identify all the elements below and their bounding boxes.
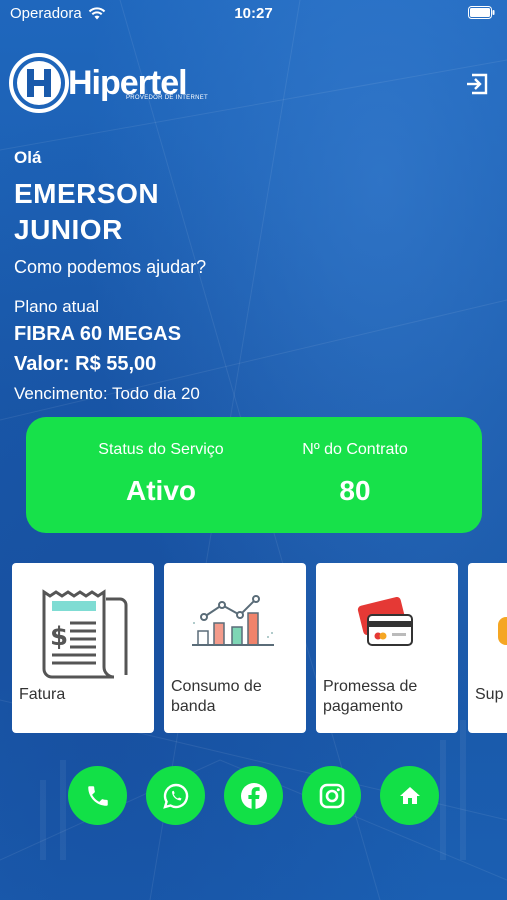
menu-cards: $ Fatura Consumo de banda Promessa de pa… (12, 563, 507, 733)
credit-card-icon (357, 597, 413, 646)
whatsapp-button[interactable] (146, 766, 205, 825)
user-last-name: JUNIOR (14, 214, 123, 245)
facebook-button[interactable] (224, 766, 283, 825)
plan-due-date: Vencimento: Todo dia 20 (14, 384, 200, 403)
clock: 10:27 (234, 5, 273, 22)
hipertel-logo-icon (9, 53, 69, 113)
instagram-button[interactable] (302, 766, 361, 825)
invoice-icon: $ (42, 589, 128, 679)
phone-icon (87, 785, 108, 806)
payment-promise-label-line1: Promessa de (323, 678, 418, 695)
support-icon (498, 617, 507, 645)
quick-actions (68, 766, 439, 825)
contract-number-label: Nº do Contrato (302, 441, 408, 458)
user-first-name: EMERSON (14, 178, 160, 209)
support-label: Sup (475, 686, 504, 703)
instagram-icon (319, 783, 344, 808)
payment-promise-card[interactable]: Promessa de pagamento (316, 563, 458, 733)
plan-value: Valor: R$ 55,00 (14, 353, 157, 375)
contract-number: Nº do Contrato 80 (260, 441, 450, 507)
phone-button[interactable] (68, 766, 127, 825)
svg-text:$: $ (50, 622, 68, 652)
service-status: Status do Serviço Ativo (66, 441, 256, 507)
invoice-card[interactable]: $ Fatura (12, 563, 154, 733)
invoice-label: Fatura (19, 686, 66, 703)
payment-promise-label: Promessa de pagamento (323, 677, 417, 717)
brand-tagline: PROVEDOR DE INTERNET (126, 95, 209, 101)
support-card[interactable]: Sup (468, 563, 507, 733)
service-status-card: Status do Serviço Ativo Nº do Contrato 8… (26, 417, 482, 533)
brand-logo: Hipertel PROVEDOR DE INTERNET (8, 52, 208, 114)
bandwidth-usage-label: Consumo de banda (171, 677, 262, 717)
greeting-prompt: Como podemos ajudar? (14, 257, 207, 277)
service-status-label: Status do Serviço (98, 441, 224, 458)
greeting-hello: Olá (14, 148, 42, 167)
battery-icon (468, 6, 495, 19)
service-status-value: Ativo (126, 475, 196, 506)
plan-label: Plano atual (14, 297, 100, 316)
status-bar: Operadora 10:27 (0, 0, 507, 26)
facebook-icon (240, 782, 267, 809)
bandwidth-usage-label-line1: Consumo de (171, 678, 262, 695)
bandwidth-usage-label-line2: banda (171, 698, 216, 715)
whatsapp-icon (162, 783, 188, 809)
plan-name: FIBRA 60 MEGAS (14, 323, 182, 345)
bar-chart-icon (192, 595, 274, 646)
bandwidth-usage-card[interactable]: Consumo de banda (164, 563, 306, 733)
home-button[interactable] (380, 766, 439, 825)
contract-number-value: 80 (339, 475, 371, 506)
home-icon (399, 786, 420, 804)
payment-promise-label-line2: pagamento (323, 698, 404, 715)
logout-icon[interactable] (463, 70, 491, 98)
